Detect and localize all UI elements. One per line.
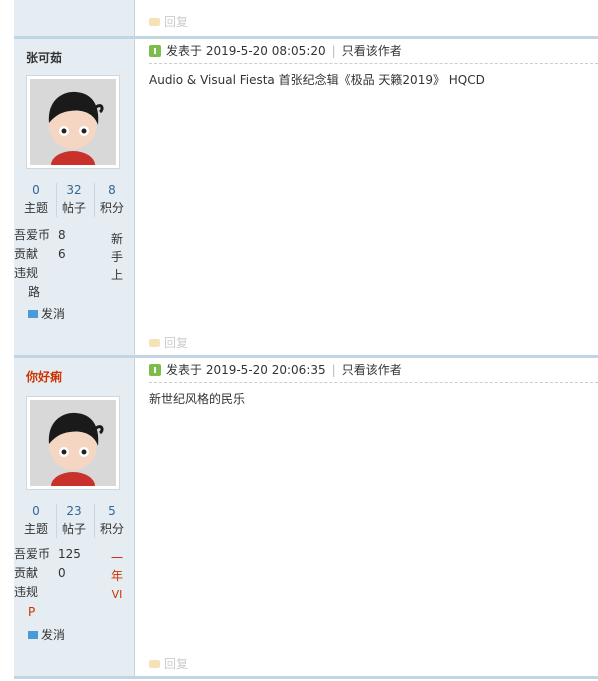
post-main: 发表于 2019-5-20 08:05:20 | 只看该作者 Audio & Vis… [135,39,598,355]
post-content: 新世纪风格的民乐 [149,392,246,406]
rank-char: 上 [110,268,123,282]
post-time: 发表于 2019-5-20 20:06:35 [166,363,326,377]
post-main: 发表于 2019-5-20 20:06:35 | 只看该作者 新世纪风格的民乐 回复 [135,358,598,676]
violation-row: 违规 [14,585,39,599]
rank-char: P [28,605,36,619]
rank-char: 新 [110,232,123,246]
rank-char: 路 [28,285,41,299]
send-message-button[interactable]: 发消 [28,305,65,324]
reply-button[interactable]: 回复 [149,335,188,351]
online-status-icon [149,45,161,57]
rank-char: 手 [110,250,123,264]
reply-label: 回复 [164,15,189,29]
stat-credits[interactable]: 5 积分 [94,502,130,538]
avatar[interactable] [26,396,120,490]
author-name[interactable]: 张可茹 [26,49,62,66]
post-content: Audio & Visual Fiesta 首张纪念辑《极品 天籁2019》 H… [149,73,485,87]
reply-icon [149,339,160,347]
prev-sidebar [14,0,135,36]
avatar-image [30,400,116,486]
post: 你好痢 0 主题 23 帖子 5 积分 吾爱币 125 贡献 0 违规 一 年 VI P [14,358,598,676]
reply-button[interactable]: 回复 [149,14,188,30]
contrib-row: 贡献 6 [14,247,66,261]
coins-row: 吾爱币 125 [14,547,81,561]
author-stats: 0 主题 23 帖子 5 积分 [18,502,130,542]
rank-char: VI [111,588,123,601]
stat-threads[interactable]: 0 主题 [18,502,54,538]
coins-row: 吾爱币 8 [14,228,66,242]
contrib-row: 贡献 0 [14,566,66,580]
post-meta: 发表于 2019-5-20 08:05:20 | 只看该作者 [166,42,402,60]
reply-button[interactable]: 回复 [149,656,188,672]
rank-char: 一 [110,551,123,565]
author-only-link[interactable]: 只看该作者 [342,363,402,377]
stat-posts[interactable]: 32 帖子 [56,181,92,217]
author-sidebar: 张可茹 0 主题 32 帖子 8 积分 吾爱币 8 贡献 6 违规 新 手 上 路 [14,39,135,355]
stat-threads[interactable]: 0 主题 [18,181,54,217]
send-message-button[interactable]: 发消 [28,626,65,645]
rank-char: 年 [110,569,123,583]
mail-icon [28,310,38,318]
meta-separator: | [331,363,336,377]
post-divider [14,676,598,679]
reply-icon [149,660,160,668]
author-only-link[interactable]: 只看该作者 [342,44,402,58]
avatar-image [30,79,116,165]
post-header: 发表于 2019-5-20 20:06:35 | 只看该作者 [149,358,598,383]
meta-separator: | [331,44,336,58]
author-name[interactable]: 你好痢 [26,368,62,385]
violation-row: 违规 [14,266,39,280]
reply-label: 回复 [164,657,189,671]
reply-label: 回复 [164,336,189,350]
post: 张可茹 0 主题 32 帖子 8 积分 吾爱币 8 贡献 6 违规 新 手 上 路 [14,39,598,355]
author-sidebar: 你好痢 0 主题 23 帖子 5 积分 吾爱币 125 贡献 0 违规 一 年 VI P [14,358,135,676]
mail-icon [28,631,38,639]
post-time: 发表于 2019-5-20 08:05:20 [166,44,326,58]
online-status-icon [149,364,161,376]
stat-credits[interactable]: 8 积分 [94,181,130,217]
post-header: 发表于 2019-5-20 08:05:20 | 只看该作者 [149,39,598,64]
post-meta: 发表于 2019-5-20 20:06:35 | 只看该作者 [166,361,402,379]
prev-post-footer: 回复 [14,0,598,36]
author-stats: 0 主题 32 帖子 8 积分 [18,181,130,221]
avatar[interactable] [26,75,120,169]
stat-posts[interactable]: 23 帖子 [56,502,92,538]
prev-main: 回复 [135,0,598,36]
reply-icon [149,18,160,26]
